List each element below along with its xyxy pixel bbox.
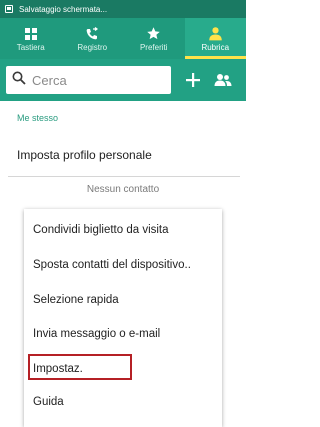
section-header-me: Me stesso [17, 113, 59, 123]
tab-label: Rubrica [201, 42, 230, 52]
set-profile-label: Imposta profilo personale [17, 148, 152, 162]
search-row [0, 59, 246, 101]
menu-item-move-contacts[interactable]: Sposta contatti del dispositivo.. [24, 250, 222, 280]
menu-item-label: Condividi biglietto da visita [33, 224, 169, 236]
divider [8, 176, 240, 177]
search-icon [12, 71, 26, 90]
tab-label: Tastiera [16, 42, 45, 52]
groups-icon [214, 74, 232, 86]
screenshot-icon [5, 5, 13, 13]
status-bar: Salvataggio schermata... [0, 0, 246, 18]
menu-item-share-card[interactable]: Condividi biglietto da visita [24, 215, 222, 245]
add-contact-button[interactable] [182, 68, 204, 92]
menu-item-label: Sposta contatti del dispositivo.. [33, 259, 191, 271]
tab-contacts[interactable]: Rubrica [184, 18, 246, 59]
tab-bar: Tastiera Registro Preferiti Rubrica [0, 18, 246, 59]
search-input[interactable] [32, 72, 167, 88]
star-icon [146, 26, 161, 42]
no-contacts-label: Nessun contatto [86, 184, 160, 195]
tab-keypad[interactable]: Tastiera [0, 18, 62, 59]
tab-call-log[interactable]: Registro [62, 18, 124, 59]
tab-label: Preferiti [139, 42, 168, 52]
person-icon [208, 26, 223, 42]
groups-button[interactable] [210, 68, 236, 92]
menu-item-send-message[interactable]: Invia messaggio o e-mail [24, 319, 222, 349]
set-profile-row[interactable]: Imposta profilo personale [0, 139, 246, 171]
search-box[interactable] [6, 66, 171, 94]
plus-icon [186, 73, 200, 87]
menu-item-label: Selezione rapida [33, 294, 119, 306]
menu-item-label: Guida [33, 396, 64, 408]
status-text: Salvataggio schermata... [19, 4, 108, 14]
menu-item-label: Invia messaggio o e-mail [33, 328, 161, 340]
overflow-menu: Condividi biglietto da visita Sposta con… [24, 209, 222, 427]
tab-label: Registro [77, 42, 108, 52]
keypad-icon [24, 26, 38, 42]
menu-item-speed-dial[interactable]: Selezione rapida [24, 285, 222, 315]
menu-item-help[interactable]: Guida [24, 387, 222, 417]
settings-highlight-box [28, 354, 132, 380]
call-log-icon [85, 26, 99, 42]
tab-favorites[interactable]: Preferiti [123, 18, 185, 59]
